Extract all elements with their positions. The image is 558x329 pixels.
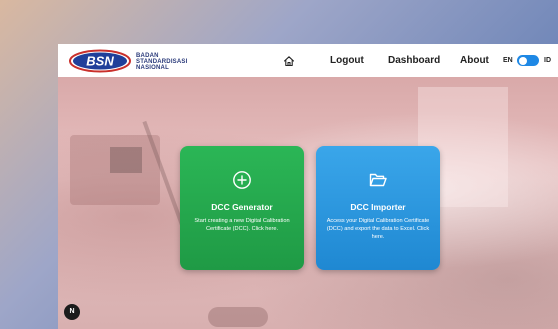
user-avatar[interactable]: N — [64, 304, 80, 320]
card-description: Start creating a new Digital Calibration… — [194, 218, 290, 232]
home-icon[interactable] — [283, 55, 295, 67]
bsn-logo[interactable]: BSN — [68, 49, 132, 73]
instrument-shape — [208, 307, 268, 327]
card-title: DCC Importer — [350, 202, 406, 212]
logo-abbr: BSN — [86, 54, 114, 69]
toggle-knob — [519, 56, 527, 65]
lang-en-label: EN — [503, 57, 513, 64]
lang-id-label: ID — [544, 57, 551, 64]
language-toggle[interactable] — [517, 55, 539, 66]
nav-about-link[interactable]: About — [460, 55, 489, 67]
folder-open-icon — [369, 173, 387, 187]
top-navbar: BSN BADAN STANDARDISASI NASIONAL Logout … — [58, 44, 558, 77]
nav-dashboard-link[interactable]: Dashboard — [388, 55, 440, 67]
org-line-3: NASIONAL — [136, 65, 169, 71]
card-description: Access your Digital Calibration Certific… — [326, 218, 430, 240]
lab-background-image — [58, 77, 558, 329]
dcc-generator-card[interactable]: DCC Generator Start creating a new Digit… — [180, 146, 304, 270]
dcc-importer-card[interactable]: DCC Importer Access your Digital Calibra… — [316, 146, 440, 270]
plus-circle-icon — [233, 171, 251, 189]
app-frame: BSN BADAN STANDARDISASI NASIONAL Logout … — [58, 44, 558, 329]
org-name: BADAN STANDARDISASI NASIONAL — [136, 53, 188, 71]
instrument-shape — [70, 135, 160, 205]
card-title: DCC Generator — [211, 202, 273, 212]
nav-logout-link[interactable]: Logout — [330, 55, 364, 67]
